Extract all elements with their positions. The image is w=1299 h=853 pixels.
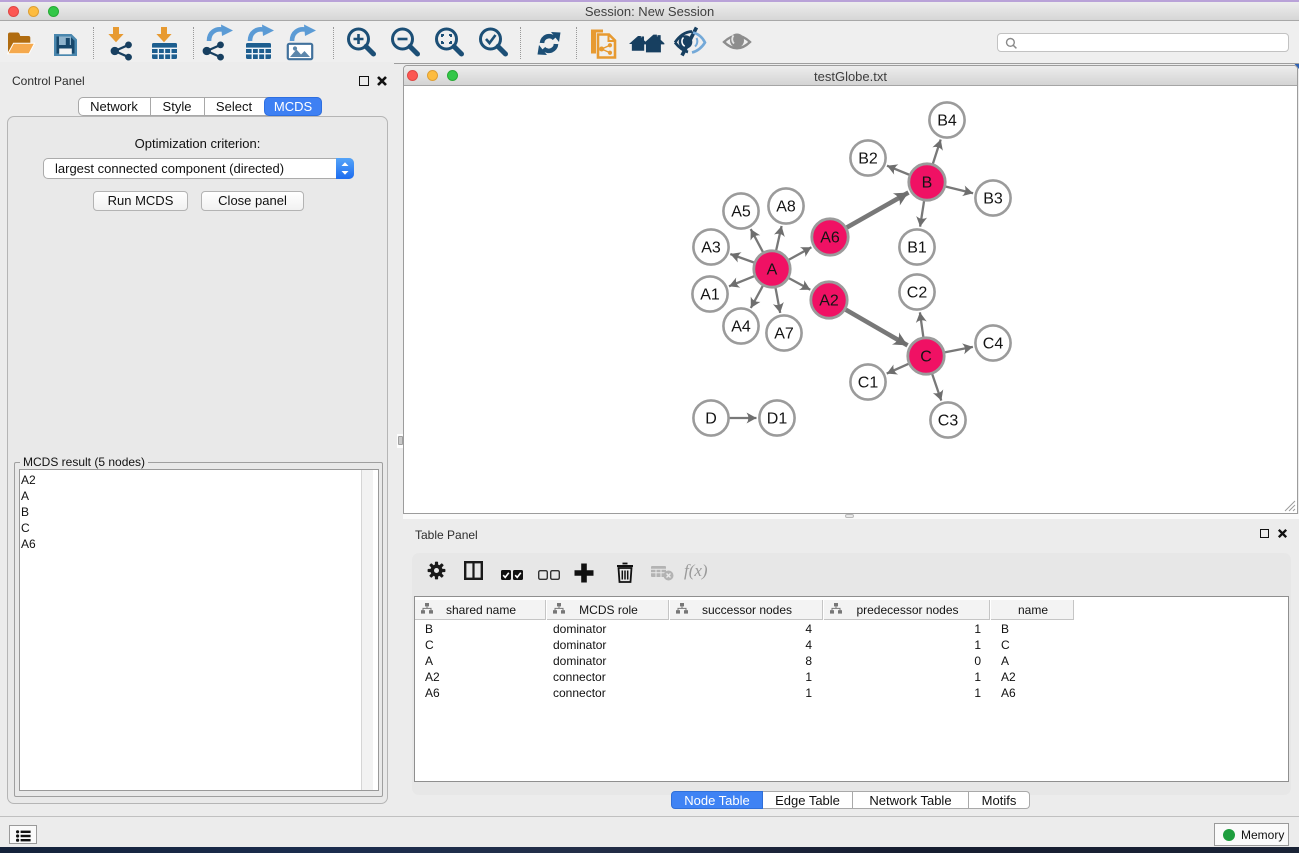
svg-text:B4: B4 bbox=[937, 113, 957, 130]
svg-text:A1: A1 bbox=[700, 287, 720, 304]
svg-text:C: C bbox=[920, 349, 932, 366]
svg-text:B: B bbox=[922, 175, 933, 192]
svg-text:B1: B1 bbox=[907, 240, 927, 257]
svg-text:D: D bbox=[705, 411, 717, 428]
svg-text:C1: C1 bbox=[858, 375, 879, 392]
svg-text:A2: A2 bbox=[819, 293, 839, 310]
svg-text:A5: A5 bbox=[731, 204, 751, 221]
svg-text:A: A bbox=[767, 262, 778, 279]
svg-text:A7: A7 bbox=[774, 326, 794, 343]
svg-text:A6: A6 bbox=[820, 230, 840, 247]
svg-text:A3: A3 bbox=[701, 240, 721, 257]
svg-text:C2: C2 bbox=[907, 285, 928, 302]
svg-text:D1: D1 bbox=[767, 411, 788, 428]
svg-text:C3: C3 bbox=[938, 413, 959, 430]
svg-text:A8: A8 bbox=[776, 199, 796, 216]
svg-text:C4: C4 bbox=[983, 336, 1004, 353]
svg-text:B2: B2 bbox=[858, 151, 878, 168]
svg-text:A4: A4 bbox=[731, 319, 751, 336]
svg-text:B3: B3 bbox=[983, 191, 1003, 208]
